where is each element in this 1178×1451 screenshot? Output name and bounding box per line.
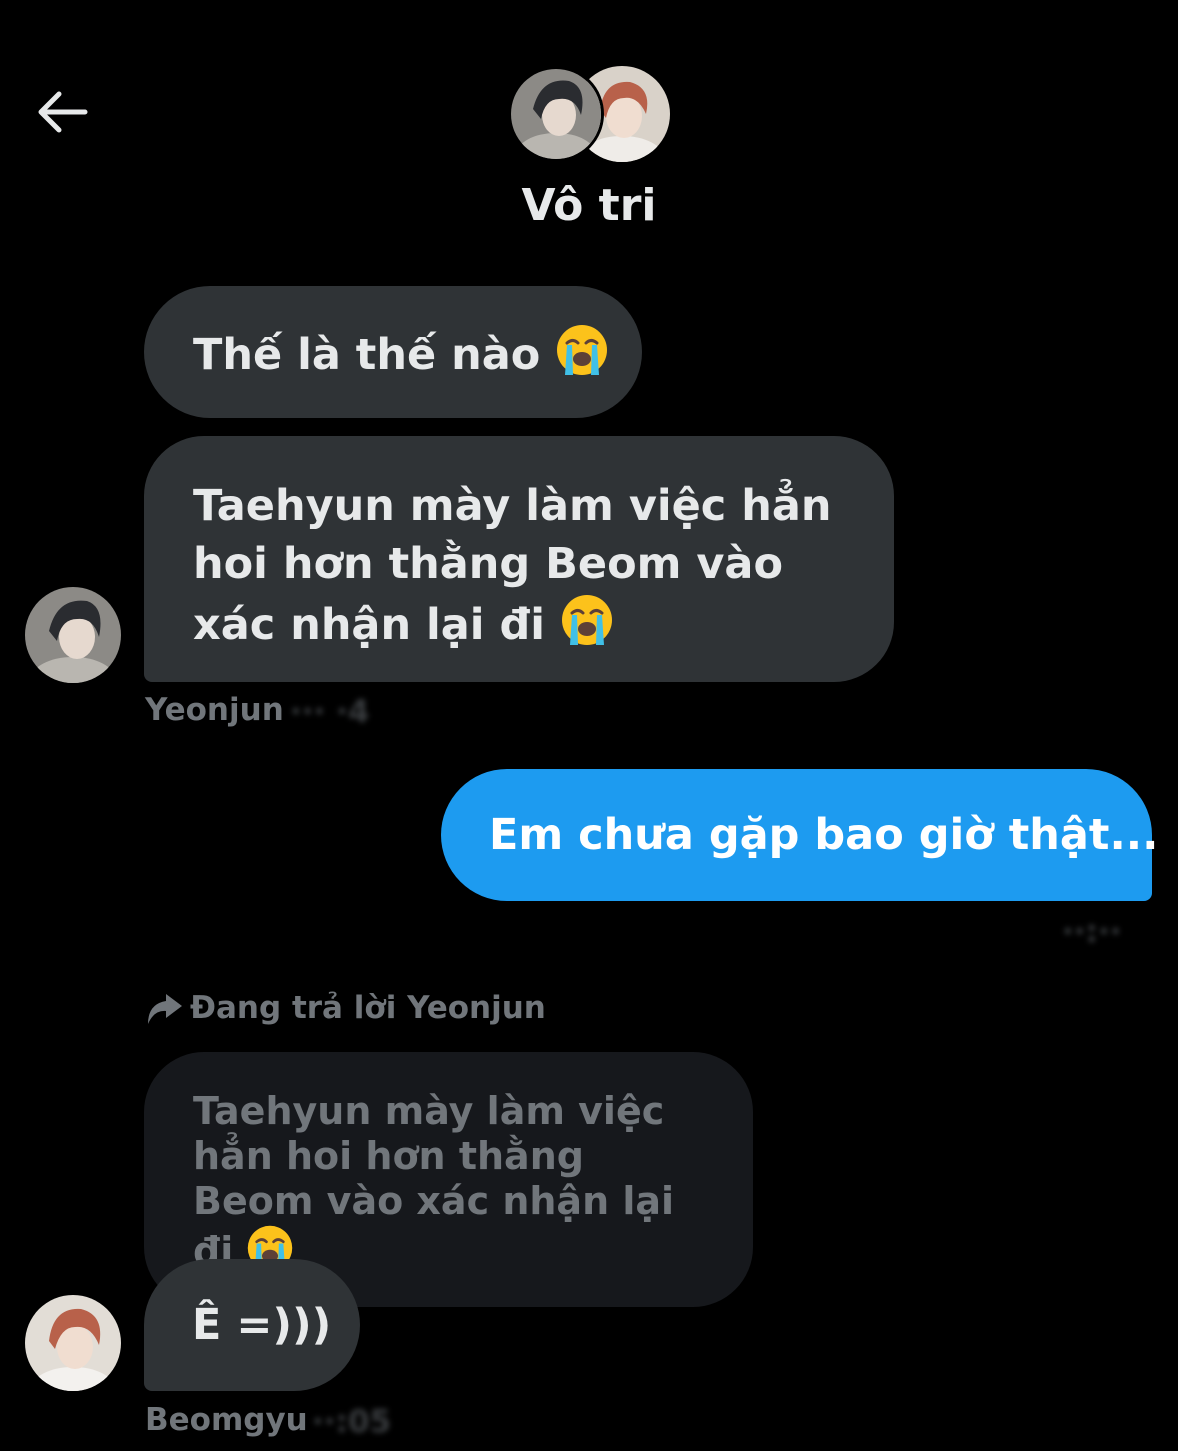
arrow-left-icon [38,91,88,133]
conversation-title: Vô tri [521,180,657,231]
outgoing-message-bubble[interactable]: Em chưa gặp bao giờ thật... [441,769,1158,901]
message-timestamp-blurred: ··· ·4 [290,694,370,730]
message-text: Em chưa gặp bao giờ thật... [489,810,1159,860]
loudly-crying-face-icon [557,325,608,375]
sender-name: Yeonjun [145,692,284,728]
message-timestamp-blurred: ··:·· [1062,914,1122,950]
message-bubble[interactable]: Taehyun mày làm việc hẳn hoi hơn thằng B… [144,436,894,682]
message-bubble[interactable]: Thế là thế nào [144,286,642,418]
group-avatar[interactable] [508,64,670,164]
message-text: Thế là thế nào [193,330,541,380]
message-text: Ê =))) [192,1300,332,1350]
sender-avatar-beomgyu[interactable] [25,1295,121,1391]
sender-name: Beomgyu [145,1402,308,1438]
loudly-crying-face-icon [562,595,613,645]
member-avatar-yeonjun [508,66,604,162]
reply-indicator: Đang trả lời Yeonjun [144,986,546,1030]
reply-label-text: Đang trả lời Yeonjun [190,990,546,1026]
sender-avatar-yeonjun[interactable] [25,587,121,683]
reply-arrow-icon [148,994,182,1024]
message-bubble[interactable]: Ê =))) [144,1259,360,1391]
message-timestamp-blurred: ··:05 [312,1404,392,1440]
message-text: Taehyun mày làm việc hẳn hoi hơn thằng B… [193,481,832,650]
back-button[interactable] [28,82,94,142]
